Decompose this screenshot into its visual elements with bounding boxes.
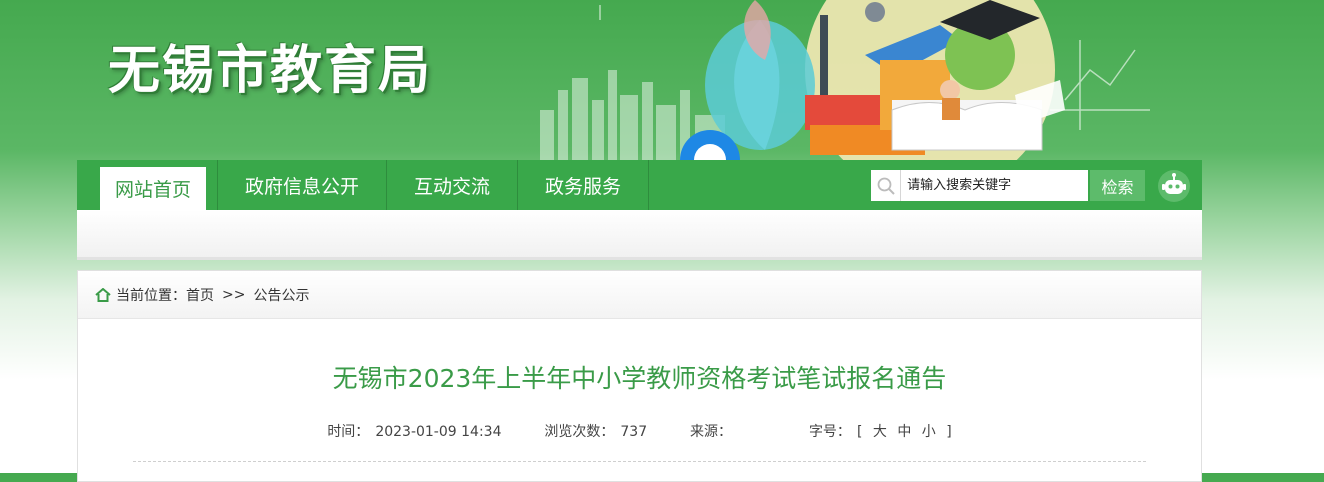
search-button[interactable]: 检索 — [1090, 170, 1145, 201]
fontsize-medium-button[interactable]: 中 — [897, 424, 911, 440]
nav-gov-info[interactable]: 政府信息公开 — [217, 160, 388, 210]
views-value: 737 — [620, 424, 648, 440]
nav-home[interactable]: 网站首页 — [100, 167, 207, 210]
article-meta: 时间： 2023-01-09 14:34 浏览次数： 737 来源： 字号：[ 大 … — [78, 421, 1201, 441]
breadcrumb: 当前位置： 首页 >> 公告公示 — [78, 271, 1201, 319]
site-title: 无锡市教育局 — [108, 41, 433, 101]
header-banner: 无锡市教育局 — [0, 0, 1324, 160]
fontsize-large-button[interactable]: 大 — [873, 424, 887, 440]
search-input[interactable] — [901, 171, 1088, 200]
fontsize-label: 字号： — [808, 424, 851, 440]
article-title: 无锡市2023年上半年中小学教师资格考试笔试报名通告 — [332, 364, 947, 393]
views-label: 浏览次数： — [544, 424, 615, 440]
main-navbar: 网站首页 政府信息公开 互动交流 政务服务 检索 — [77, 160, 1202, 210]
nav-gov-services[interactable]: 政务服务 — [518, 160, 650, 210]
breadcrumb-home-link[interactable]: 首页 — [186, 285, 214, 305]
time-value: 2023-01-09 14:34 — [375, 424, 502, 440]
meta-divider — [133, 461, 1146, 462]
home-icon — [95, 287, 111, 302]
robot-assistant-icon[interactable] — [1157, 169, 1191, 203]
breadcrumb-separator: >> — [222, 286, 246, 303]
article-container: 当前位置： 首页 >> 公告公示 无锡市2023年上半年中小学教师资格考试笔试报… — [77, 270, 1202, 482]
fontsize-open-bracket: [ — [856, 424, 863, 440]
sub-navbar — [77, 210, 1202, 260]
breadcrumb-current[interactable]: 公告公示 — [253, 285, 309, 305]
fontsize-close-bracket: ] — [946, 424, 952, 440]
breadcrumb-prefix: 当前位置： — [116, 287, 186, 304]
search-box — [871, 170, 1088, 201]
search-icon — [871, 170, 902, 201]
nav-interaction[interactable]: 互动交流 — [387, 160, 519, 210]
banner-illustration — [540, 0, 1150, 160]
source-label: 来源： — [690, 424, 733, 440]
fontsize-small-button[interactable]: 小 — [922, 424, 936, 440]
time-label: 时间： — [327, 424, 370, 440]
